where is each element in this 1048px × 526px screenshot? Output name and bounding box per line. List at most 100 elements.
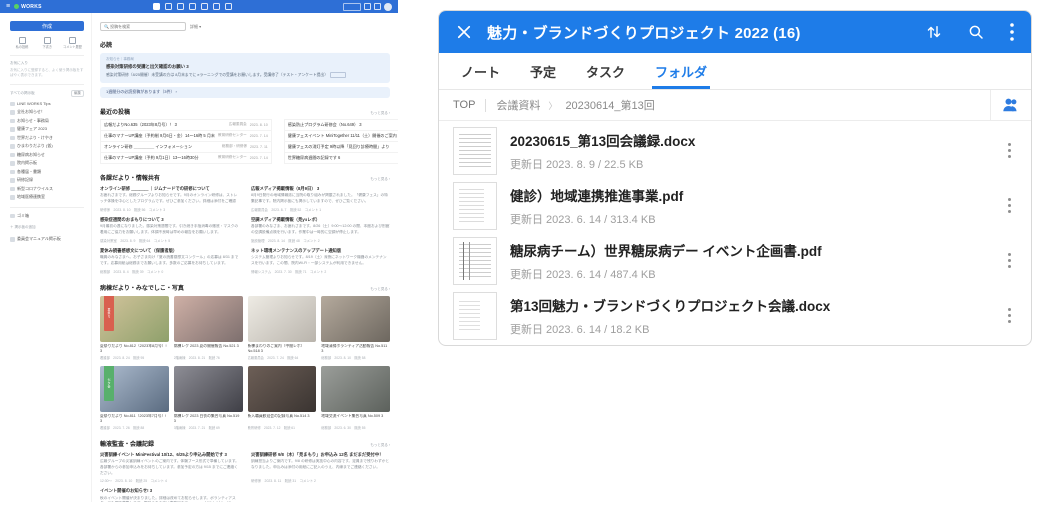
my-posts-item[interactable]: 私の投稿 bbox=[10, 37, 34, 50]
file-row[interactable]: 第13回魅力・ブランドづくりプロジェクト会議.docx 更新日 2023. 6.… bbox=[439, 288, 1031, 343]
must-read-banner[interactable]: 1週間分の必読投稿があります（3件） › bbox=[100, 86, 390, 98]
tab-schedule[interactable]: 予定 bbox=[530, 53, 556, 89]
comments-item[interactable]: コメント履歴 bbox=[60, 37, 84, 50]
share-post-card[interactable]: オンライン研修 ＿＿＿＿ ｜ジムナードでの研修について お疲れさまです。総務グル… bbox=[100, 186, 239, 212]
board-list-item[interactable]: 健康フェア 2023 bbox=[10, 125, 84, 134]
trash-icon bbox=[10, 213, 15, 218]
file-name: 健診）地域連携推進事業.pdf bbox=[510, 188, 684, 204]
board-list-item[interactable]: LINE WORKS Tips bbox=[10, 100, 84, 109]
share-post-card[interactable]: ネット環境メンテナンスのアップデート通知版 システム管理よりお知らせです。8/1… bbox=[251, 248, 390, 274]
section-title: 各課だより・情報共有 bbox=[100, 175, 160, 182]
photo-post-card[interactable]: 病棟レク 2023 白衣の集合写真 No.519 3 3階病棟 2023. 7.… bbox=[173, 365, 243, 430]
members-button[interactable] bbox=[990, 90, 1031, 120]
tab-task[interactable]: タスク bbox=[586, 53, 625, 89]
search-icon[interactable] bbox=[967, 23, 985, 41]
board-list-item[interactable]: 地域医療連携室 bbox=[10, 193, 84, 202]
breadcrumb-current: 20230614_第13回 bbox=[565, 100, 655, 112]
photo-post-card[interactable]: 夏祭り 夏祭りだより No.812（2023年8月号）! 3 看護部 2023.… bbox=[100, 295, 169, 360]
see-more-link[interactable]: もっと見る › bbox=[370, 443, 390, 448]
hamburger-menu-icon[interactable]: ≡ bbox=[6, 3, 10, 10]
search-filter-dropdown[interactable]: 詳細 ▾ bbox=[190, 24, 201, 30]
board-icon bbox=[10, 144, 15, 149]
file-row[interactable]: 糖尿病チーム）世界糖尿病デー イベント企画書.pdf 更新日 2023. 6. … bbox=[439, 233, 1031, 288]
report-post-card[interactable]: イベント開催のお知らせ! 3 秋のイベント開催が決まりました。詳細は改めてお知ら… bbox=[100, 488, 239, 502]
board-icon bbox=[10, 169, 15, 174]
board-list-item[interactable]: 糖尿病お知らせ bbox=[10, 151, 84, 160]
recent-post-row[interactable]: 世界糖尿病週間の記録です 6 糖尿病・事務局 2023. 8. 10 bbox=[283, 151, 398, 164]
chevron-right-icon: 〉 bbox=[548, 100, 558, 111]
board-list-item[interactable]: 世界だより・けやき bbox=[10, 134, 84, 143]
notification-bell-icon[interactable] bbox=[364, 3, 371, 10]
photo-post-card[interactable]: 新棟まわりのご案内（中間レポ） No.518 3 広報委員会 2023. 7. … bbox=[247, 295, 317, 360]
file-kebab-icon[interactable] bbox=[999, 249, 1019, 272]
board-icon bbox=[10, 101, 15, 106]
sort-icon[interactable] bbox=[925, 23, 943, 41]
nav-board-icon[interactable] bbox=[152, 3, 160, 10]
board-list-item[interactable]: 各種届・書類 bbox=[10, 168, 84, 177]
nav-mail-icon[interactable] bbox=[176, 3, 184, 10]
photo-cards: 夏祭り 夏祭りだより No.812（2023年8月号）! 3 看護部 2023.… bbox=[100, 295, 390, 430]
close-icon[interactable] bbox=[455, 23, 473, 41]
nav-talk-icon[interactable] bbox=[164, 3, 172, 10]
share-post-card[interactable]: 空調メディア掲載情報（見учレポ） 各部署のみなさま、お疲れさまです。8/26（… bbox=[251, 217, 390, 243]
section-title: 輸液監査・会議記録 bbox=[100, 441, 155, 448]
edit-boards-button[interactable]: 編集 bbox=[71, 89, 84, 97]
tab-folder[interactable]: フォルダ bbox=[652, 53, 711, 89]
board-list-item[interactable]: 院内掲示板 bbox=[10, 159, 84, 168]
tab-note[interactable]: ノート bbox=[461, 53, 500, 89]
photo-post-card[interactable]: 地域清掃ボランティア活動報告 No.511 3 総務部 2023. 8. 10 … bbox=[321, 295, 390, 360]
section-reports: 輸液監査・会議記録 もっと見る › 災害訓練イベント MiniFestival … bbox=[100, 439, 390, 502]
board-list-item[interactable]: 全社お知らせ！ bbox=[10, 108, 84, 117]
file-kebab-icon[interactable] bbox=[999, 304, 1019, 327]
all-boards-title: すべての掲示板 bbox=[10, 90, 35, 95]
breadcrumb-folder[interactable]: 会議資料 bbox=[496, 97, 540, 113]
sidebar-quick-links: 私の投稿 下書き コメント履歴 bbox=[10, 37, 84, 56]
see-more-link[interactable]: もっと見る › bbox=[370, 287, 390, 292]
file-kebab-icon[interactable] bbox=[999, 139, 1019, 162]
drafts-item[interactable]: 下書き bbox=[35, 37, 59, 50]
bottom-board-item[interactable]: 委員会マニュアル掲示板 bbox=[10, 235, 84, 244]
section-recent-posts: 最近の投稿 もっと見る › 広報だよりNo.635（2023年8月号）！ 3 広… bbox=[100, 107, 398, 164]
trash-item[interactable]: ゴミ箱 bbox=[10, 206, 84, 221]
create-post-button[interactable]: 作成 bbox=[10, 21, 84, 31]
topbar-right bbox=[343, 2, 392, 11]
nav-more-icon[interactable] bbox=[224, 3, 232, 10]
board-list-item[interactable]: お知らせ・事務局 bbox=[10, 117, 84, 126]
share-post-card[interactable]: 広報メディア掲載情報（8月9日） 3 8月9日発行の地域情報誌に当院の取り組みが… bbox=[251, 186, 390, 212]
share-post-card[interactable]: 夏休み読書感想文について（保護者版） 職員のみなさまへ。お子さま向け「夏の読書感… bbox=[100, 248, 239, 274]
photo-post-card[interactable]: 新入職員歓迎会の記録写真 No.514 3 教育研修 2023. 7. 12 既… bbox=[247, 365, 317, 430]
file-kebab-icon[interactable] bbox=[999, 194, 1019, 217]
brand-logo-icon bbox=[14, 4, 20, 9]
post-search-input[interactable] bbox=[100, 22, 186, 31]
see-more-link[interactable]: もっと見る › bbox=[370, 177, 390, 182]
photo-post-card[interactable]: 地域交流イベント集合写真 No.509 3 総務部 2023. 6. 30 既読… bbox=[321, 365, 390, 430]
share-post-card[interactable]: 感染症週間のおまもりについて 3 9月最初の週になりました。感染対策週間です。引… bbox=[100, 217, 239, 243]
settings-gear-icon[interactable] bbox=[374, 3, 381, 10]
see-more-link[interactable]: もっと見る › bbox=[370, 111, 390, 116]
file-row[interactable]: 20230615_第13回会議録.docx 更新日 2023. 8. 9 / 2… bbox=[439, 123, 1031, 178]
must-read-notice[interactable]: お知らせ｜事務局 感染対策研修の受講と出欠確認のお願い 3 感染対策研修（8/2… bbox=[100, 53, 390, 83]
report-post-card[interactable]: 災害訓練研修 9/8（木）「見まもり」お申込み 12名 まだまだ受付中！ 訓練担… bbox=[251, 452, 390, 484]
board-icon bbox=[10, 127, 15, 132]
add-board-link[interactable]: ＋ 掲示板の追加 bbox=[10, 225, 84, 230]
workspace-chip[interactable] bbox=[343, 2, 361, 11]
board-list-item[interactable]: ひまわりだより (仮) bbox=[10, 142, 84, 151]
kebab-menu-icon[interactable] bbox=[1009, 22, 1015, 42]
favorites-empty-text: お気に入りに登録すると、よく使う掲示板をすばやく表示できます。 bbox=[10, 68, 84, 85]
breadcrumb-divider bbox=[485, 98, 487, 112]
user-avatar[interactable] bbox=[384, 2, 392, 11]
file-meta: 更新日 2023. 6. 14 / 313.4 KB bbox=[510, 213, 656, 226]
photo-post-card[interactable]: 病棟レク 2023 夏の開催報告 No.521 3 2階病棟 2023. 8. … bbox=[173, 295, 243, 360]
nav-drive-icon[interactable] bbox=[212, 3, 220, 10]
breadcrumb-top[interactable]: TOP bbox=[453, 99, 475, 111]
file-row[interactable]: 健診）地域連携推進事業.pdf 更新日 2023. 6. 14 / 313.4 … bbox=[439, 178, 1031, 233]
board-list-item[interactable]: 研修記録 bbox=[10, 176, 84, 185]
nav-contacts-icon[interactable] bbox=[200, 3, 208, 10]
recent-post-row[interactable]: 仕事のマナーUP講座（予約 9月1日）13〜16時30分 教育研修センター 20… bbox=[100, 151, 272, 164]
board-icon bbox=[10, 110, 15, 115]
photo-post-card[interactable]: 七夕会 夏祭りだより No.811（2023年7月号）! 3 看護部 2023.… bbox=[100, 365, 169, 430]
board-list-item[interactable]: 新型コロナウイルス bbox=[10, 185, 84, 194]
report-post-card[interactable]: 災害訓練イベント MiniFestival 10/12、6/25より申込み開始で… bbox=[100, 452, 239, 484]
nav-calendar-icon[interactable] bbox=[188, 3, 196, 10]
breadcrumb: TOP 会議資料 〉 20230614_第13回 bbox=[439, 90, 1031, 121]
